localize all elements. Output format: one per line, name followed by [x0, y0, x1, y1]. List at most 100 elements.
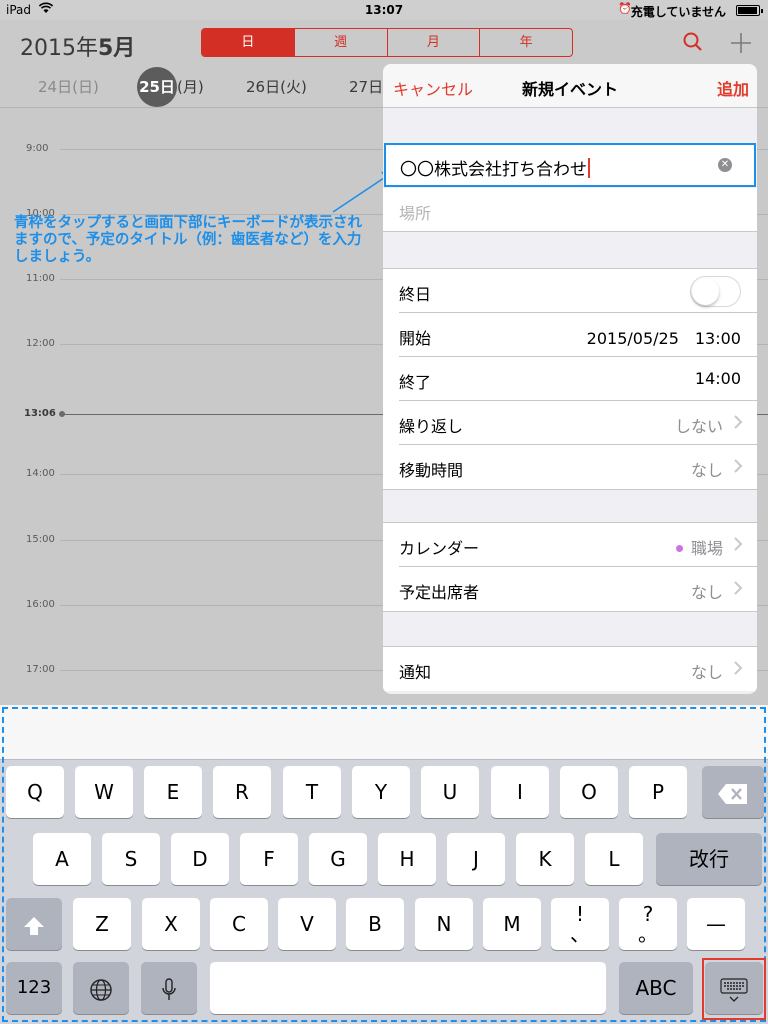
repeat-row[interactable]: 繰り返し しない: [399, 401, 757, 445]
day-27[interactable]: 27日: [349, 76, 383, 97]
new-event-popover: キャンセル 新規イベント 追加 〇〇株式会社打ち合わせ ✕ 場所 終日 開始 2…: [383, 64, 757, 694]
dismiss-keyboard-key[interactable]: [705, 962, 763, 1014]
alert-row[interactable]: 通知 なし: [399, 647, 757, 691]
status-bar: iPad 13:07 ⏰ 充電していません: [0, 0, 768, 20]
view-segmented-control: 日 週 月 年: [201, 28, 573, 57]
location-placeholder: 場所: [399, 204, 432, 223]
travel-value: なし: [690, 461, 723, 480]
key-y[interactable]: Y: [352, 766, 410, 818]
space-key[interactable]: [210, 962, 606, 1014]
invitees-value: なし: [690, 583, 723, 602]
keyboard-candidate-bar: [0, 705, 768, 760]
calendar-group: カレンダー 職場 予定出席者 なし: [383, 522, 757, 612]
charge-status: 充電していません: [630, 5, 726, 19]
abc-key[interactable]: ABC: [619, 962, 693, 1014]
key-l[interactable]: L: [585, 833, 643, 885]
dictation-key[interactable]: [141, 962, 197, 1014]
segment-month[interactable]: 月: [386, 29, 480, 56]
day-26[interactable]: 26日(火): [246, 76, 307, 97]
location-field[interactable]: 場所: [383, 188, 757, 232]
key-f[interactable]: F: [240, 833, 298, 885]
keyboard-dismiss-icon: [720, 977, 748, 1002]
key-v[interactable]: V: [278, 898, 336, 950]
calendar-color-dot: [675, 545, 683, 552]
key-c[interactable]: C: [210, 898, 268, 950]
chevron-right-icon: [734, 581, 743, 595]
tutorial-annotation: 青枠をタップすると画面下部にキーボードが表示されますので、予定のタイトル（例：歯…: [14, 215, 362, 265]
clear-text-icon[interactable]: ✕: [718, 158, 732, 172]
key-d[interactable]: D: [171, 833, 229, 885]
key-r[interactable]: R: [213, 766, 271, 818]
allday-toggle[interactable]: [690, 276, 741, 307]
onscreen-keyboard: Q W E R T Y U I O P A S D F G H J K L 改行…: [0, 705, 768, 1024]
text-caret: [588, 158, 590, 178]
start-label: 開始: [399, 329, 432, 348]
return-key[interactable]: 改行: [656, 833, 762, 885]
key-w[interactable]: W: [75, 766, 133, 818]
key-g[interactable]: G: [309, 833, 367, 885]
key-i[interactable]: I: [491, 766, 549, 818]
key-p[interactable]: P: [629, 766, 687, 818]
repeat-value: しない: [674, 417, 723, 436]
start-value: 2015/05/25 13:00: [586, 329, 741, 348]
invitees-row[interactable]: 予定出席者 なし: [399, 567, 757, 611]
allday-label: 終日: [399, 285, 432, 304]
globe-key[interactable]: [73, 962, 129, 1014]
key-dash[interactable]: —: [687, 898, 745, 950]
key-n[interactable]: N: [415, 898, 473, 950]
chevron-right-icon: [734, 537, 743, 551]
key-z[interactable]: Z: [73, 898, 131, 950]
event-title-field[interactable]: 〇〇株式会社打ち合わせ ✕: [384, 143, 756, 187]
day-24[interactable]: 24日(日): [38, 76, 99, 97]
key-o[interactable]: O: [560, 766, 618, 818]
calendar-value: 職場: [675, 535, 723, 559]
key-e[interactable]: E: [144, 766, 202, 818]
alert-group: 通知 なし: [383, 646, 757, 691]
delete-key[interactable]: [702, 766, 764, 818]
add-button[interactable]: 追加: [717, 76, 749, 100]
backspace-icon: [718, 783, 747, 804]
add-event-icon[interactable]: [728, 30, 754, 56]
key-a[interactable]: A: [33, 833, 91, 885]
segment-day[interactable]: 日: [202, 29, 294, 56]
key-m[interactable]: M: [483, 898, 541, 950]
key-exclaim[interactable]: ! 、: [551, 898, 609, 950]
segment-year[interactable]: 年: [479, 29, 572, 56]
chevron-right-icon: [734, 415, 743, 429]
key-q[interactable]: Q: [6, 766, 64, 818]
battery-icon: [736, 5, 763, 16]
key-h[interactable]: H: [378, 833, 436, 885]
event-title-value: 〇〇株式会社打ち合わせ: [400, 160, 587, 180]
chevron-right-icon: [734, 459, 743, 473]
end-row[interactable]: 終了 14:00: [399, 357, 757, 401]
numbers-key[interactable]: 123: [6, 962, 62, 1014]
globe-icon: [90, 978, 112, 1001]
segment-week[interactable]: 週: [293, 29, 387, 56]
key-t[interactable]: T: [283, 766, 341, 818]
key-b[interactable]: B: [346, 898, 404, 950]
travel-time-row[interactable]: 移動時間 なし: [399, 445, 757, 489]
key-u[interactable]: U: [421, 766, 479, 818]
alert-value: なし: [690, 663, 723, 682]
key-k[interactable]: K: [516, 833, 574, 885]
calendar-row[interactable]: カレンダー 職場: [399, 523, 757, 567]
key-j[interactable]: J: [447, 833, 505, 885]
allday-row[interactable]: 終日: [399, 269, 757, 313]
day-25-selected[interactable]: 25日 (月): [137, 67, 204, 107]
chevron-right-icon: [734, 661, 743, 675]
invitees-label: 予定出席者: [399, 583, 480, 602]
end-value: 14:00: [694, 369, 741, 388]
end-label: 終了: [399, 373, 432, 392]
popover-navbar: キャンセル 新規イベント 追加: [383, 64, 757, 108]
search-icon[interactable]: [680, 30, 706, 56]
start-row[interactable]: 開始 2015/05/25 13:00: [399, 313, 757, 357]
microphone-icon: [162, 977, 176, 1000]
key-s[interactable]: S: [102, 833, 160, 885]
popover-title: 新規イベント: [521, 80, 618, 99]
key-question[interactable]: ? 。: [619, 898, 677, 950]
shift-icon: [24, 916, 44, 935]
calendar-label: カレンダー: [399, 539, 480, 558]
shift-key[interactable]: [6, 898, 62, 950]
month-title: 2015年5月: [20, 36, 136, 61]
key-x[interactable]: X: [142, 898, 200, 950]
